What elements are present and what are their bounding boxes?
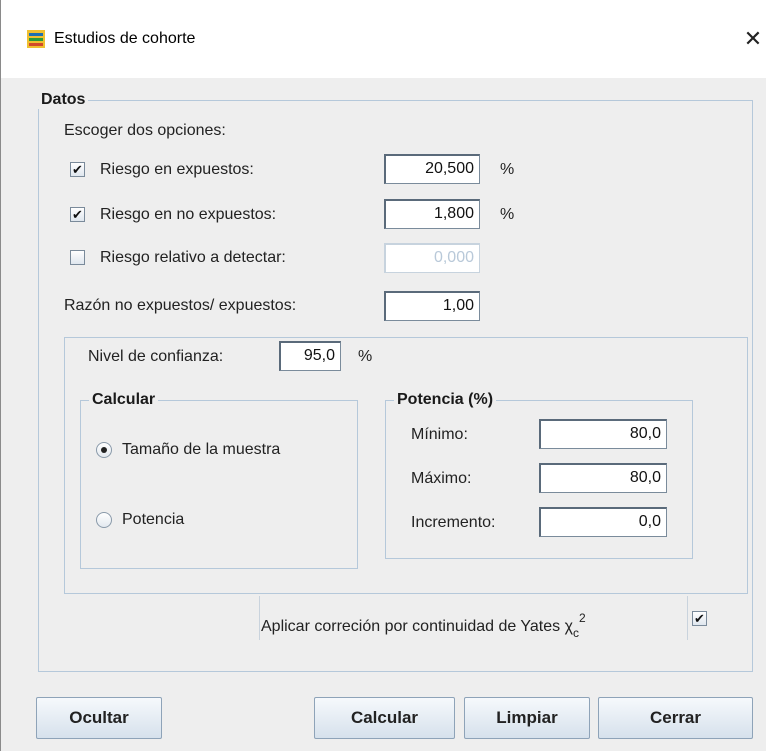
unit-confianza: % — [358, 348, 373, 365]
chi-symbol: χ — [564, 618, 573, 635]
checkbox-yates[interactable]: ✔ — [692, 611, 707, 626]
input-maximo[interactable]: 80,0 — [539, 463, 667, 493]
label-riesgo-relativo: Riesgo relativo a detectar: — [100, 249, 286, 266]
potencia-legend: Potencia (%) — [394, 391, 497, 409]
checkbox-riesgo-no-expuestos[interactable]: ✔ — [70, 207, 85, 222]
checkbox-riesgo-relativo[interactable] — [70, 250, 85, 265]
checkbox-riesgo-expuestos[interactable]: ✔ — [70, 162, 85, 177]
input-riesgo-no-expuestos[interactable]: 1,800 — [384, 199, 480, 229]
radio-tamano-muestra[interactable] — [96, 442, 112, 458]
label-yates: Aplicar correción por continuidad de Yat… — [261, 608, 586, 643]
label-riesgo-expuestos: Riesgo en expuestos: — [100, 161, 254, 178]
input-minimo[interactable]: 80,0 — [539, 419, 667, 449]
yates-divider-right — [687, 596, 688, 640]
unit-riesgo-expuestos: % — [500, 161, 515, 178]
input-incremento[interactable]: 0,0 — [539, 507, 667, 537]
title-bar: Estudios de cohorte ✕ — [1, 0, 766, 78]
calcular-button[interactable]: Calcular — [314, 697, 455, 739]
label-potencia: Potencia — [122, 511, 185, 528]
unit-riesgo-no-expuestos: % — [500, 206, 515, 223]
label-confianza: Nivel de confianza: — [88, 348, 224, 365]
chi-subscript: c — [573, 626, 579, 640]
chi-superscript: 2 — [579, 611, 586, 625]
yates-text: Aplicar correción por continuidad de Yat… — [261, 618, 561, 635]
datos-legend: Datos — [38, 91, 89, 109]
input-razon[interactable]: 1,00 — [384, 291, 480, 321]
cohort-study-icon — [27, 30, 45, 48]
close-icon[interactable]: ✕ — [741, 25, 765, 53]
label-razon: Razón no expuestos/ expuestos: — [64, 297, 297, 314]
ocultar-button[interactable]: Ocultar — [36, 697, 162, 739]
calcular-group — [80, 400, 358, 569]
label-incremento: Incremento: — [411, 514, 496, 531]
input-confianza[interactable]: 95,0 — [279, 341, 341, 371]
instruction-text: Escoger dos opciones: — [64, 122, 226, 139]
radio-potencia[interactable] — [96, 512, 112, 528]
limpiar-button[interactable]: Limpiar — [464, 697, 590, 739]
input-riesgo-expuestos[interactable]: 20,500 — [384, 154, 480, 184]
yates-divider-left — [259, 596, 260, 640]
calcular-legend: Calcular — [89, 391, 159, 409]
label-minimo: Mínimo: — [411, 426, 468, 443]
label-maximo: Máximo: — [411, 470, 472, 487]
input-riesgo-relativo: 0,000 — [384, 243, 480, 273]
label-riesgo-no-expuestos: Riesgo en no expuestos: — [100, 206, 277, 223]
cohort-studies-window: Estudios de cohorte ✕ Datos Escoger dos … — [0, 0, 766, 751]
window-title: Estudios de cohorte — [54, 30, 196, 47]
cerrar-button[interactable]: Cerrar — [598, 697, 753, 739]
label-tamano-muestra: Tamaño de la muestra — [122, 441, 281, 458]
